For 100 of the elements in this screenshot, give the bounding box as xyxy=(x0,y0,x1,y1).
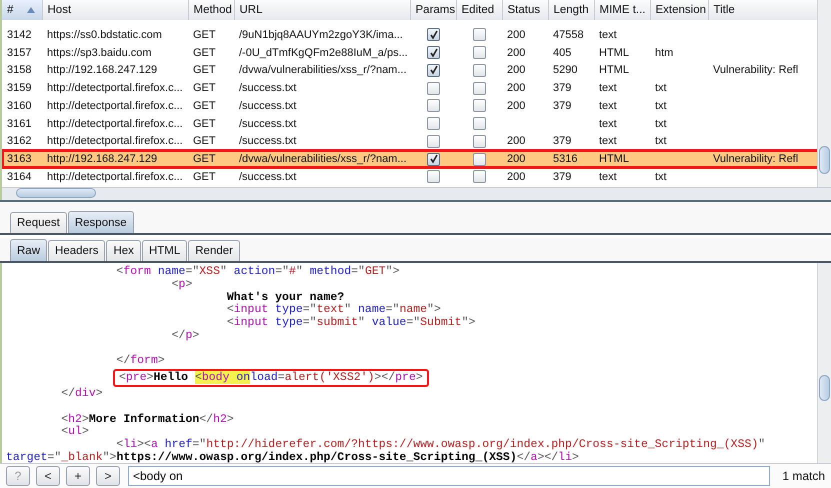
table-cell: http://detectportal.firefox.c... xyxy=(47,82,183,94)
table-cell: http://192.168.247.129 xyxy=(47,153,158,166)
table-row[interactable]: 3142 https://ss0.bdstatic.com GET /9uN1bjq8AAUYm2zgoY3K/ima... 200 47558 text xyxy=(2,23,817,44)
table-cell: htm xyxy=(655,46,674,59)
table-cell: 379 xyxy=(553,170,572,183)
table-cell: text xyxy=(599,82,617,94)
checkbox[interactable] xyxy=(427,117,440,130)
search-button[interactable]: < xyxy=(36,466,60,486)
checkbox[interactable] xyxy=(427,64,440,77)
table-row[interactable]: 3159 http://detectportal.firefox.c... GET /success.txt 200 379 text txt xyxy=(2,79,817,97)
code-line: <form name="XSS" action="#" method="GET"> xyxy=(115,266,400,279)
table-row[interactable]: 3164 http://detectportal.firefox.c... GET /success.txt 200 379 text txt xyxy=(2,168,817,186)
table-cell: text xyxy=(599,135,617,148)
table-cell: 379 xyxy=(553,100,572,112)
table-cell: GET xyxy=(193,46,216,59)
checkbox[interactable] xyxy=(473,64,486,77)
scrollbar[interactable] xyxy=(2,187,831,200)
table-cell: /-0U_dTmfKgQFm2e88IuM_a/ps... xyxy=(239,46,408,59)
checkbox[interactable] xyxy=(427,170,440,184)
checkbox[interactable] xyxy=(427,28,440,42)
table-cell: txt xyxy=(655,82,667,94)
code-line: <ul> xyxy=(60,426,89,440)
tab[interactable]: Hex xyxy=(106,240,141,262)
table-cell: 3162 xyxy=(7,135,32,148)
table-cell: /success.txt xyxy=(239,135,296,148)
table-cell: 200 xyxy=(507,170,526,183)
table-cell: text xyxy=(599,118,617,130)
checkbox[interactable] xyxy=(427,46,440,60)
code-line: target="_blank">https://www.owasp.org/index.php/Cross-site_Scripting_(XSS)</a></li> xyxy=(6,452,579,464)
checkbox[interactable] xyxy=(473,82,486,95)
search-button[interactable]: > xyxy=(96,466,120,486)
scrollbar-thumb[interactable] xyxy=(16,188,96,198)
table-cell: GET xyxy=(193,170,216,183)
table-cell: /success.txt xyxy=(239,82,296,94)
scrollbar-thumb[interactable] xyxy=(819,146,830,174)
tab[interactable]: Request xyxy=(10,212,67,234)
table-cell: 200 xyxy=(507,82,526,94)
table-cell: /9uN1bjq8AAUYm2zgoY3K/ima... xyxy=(239,28,403,41)
checkbox[interactable] xyxy=(473,117,486,130)
table-cell: GET xyxy=(193,153,216,166)
table-cell: 3164 xyxy=(7,170,32,183)
table-cell: GET xyxy=(193,100,216,112)
table-row[interactable]: 3158 http://192.168.247.129 GET /dvwa/vulnerabilities/xss_r/?nam... 200 5290 HTML Vulnerability: Refl xyxy=(2,62,817,80)
table-cell: 200 xyxy=(507,46,526,59)
code-line: </div> xyxy=(60,388,103,402)
search-button[interactable]: + xyxy=(66,466,90,486)
table-cell: txt xyxy=(655,100,667,112)
table-cell: 200 xyxy=(507,100,526,112)
checkbox[interactable] xyxy=(473,170,486,184)
match-count: 1 match xyxy=(781,469,825,484)
table-cell: txt xyxy=(655,118,667,130)
tab[interactable]: Headers xyxy=(48,240,106,262)
search-field[interactable]: <body on xyxy=(128,466,770,486)
checkbox[interactable] xyxy=(427,134,440,148)
code-line: </p> xyxy=(170,330,200,342)
table-cell: /success.txt xyxy=(239,170,296,183)
table-cell: 3158 xyxy=(7,64,32,76)
pane-splitter[interactable] xyxy=(0,200,831,210)
table-cell: /dvwa/vulnerabilities/xss_r/?nam... xyxy=(239,64,407,76)
tab[interactable]: HTML xyxy=(142,240,188,262)
scrollbar[interactable] xyxy=(817,0,831,188)
table-cell: 3160 xyxy=(7,100,32,112)
table-cell: 200 xyxy=(507,153,526,166)
table-row[interactable]: 3157 https://sp3.baidu.com GET /-0U_dTmfKgQFm2e88IuM_a/ps... 200 405 HTML htm xyxy=(2,44,817,62)
table-cell: HTML xyxy=(599,153,629,166)
table-row[interactable]: 3163 http://192.168.247.129 GET /dvwa/vulnerabilities/xss_r/?nam... 200 5316 HTML Vulnerability: Refl xyxy=(2,150,817,168)
checkbox[interactable] xyxy=(427,82,440,95)
checkbox[interactable] xyxy=(473,152,486,166)
table-cell: GET xyxy=(193,82,216,94)
checkbox[interactable] xyxy=(427,152,440,166)
table-cell: HTML xyxy=(599,64,629,76)
table-row[interactable]: 3162 http://detectportal.firefox.c... GET /success.txt 200 379 text txt xyxy=(2,132,817,150)
code-line: <input type="text" name="name"> xyxy=(226,304,441,316)
checkbox[interactable] xyxy=(473,46,486,60)
table-cell: 405 xyxy=(553,46,572,59)
scrollbar-thumb[interactable] xyxy=(819,375,830,402)
scrollbar[interactable] xyxy=(817,263,831,464)
checkbox[interactable] xyxy=(427,99,440,112)
table-row[interactable]: 3161 http://detectportal.firefox.c... GET /success.txt text txt xyxy=(2,114,817,132)
table-cell: GET xyxy=(193,28,216,41)
checkbox[interactable] xyxy=(473,28,486,42)
table-cell: http://192.168.247.129 xyxy=(47,64,158,76)
table-cell: 200 xyxy=(507,28,526,41)
checkbox[interactable] xyxy=(473,99,486,112)
tab[interactable]: Render xyxy=(188,240,240,262)
table-cell: Vulnerability: Refl xyxy=(713,64,798,76)
code-line: What's your name? xyxy=(226,292,344,304)
table-cell: txt xyxy=(655,170,667,183)
table-cell: 47558 xyxy=(553,28,584,41)
tab[interactable]: Raw xyxy=(10,239,48,262)
code-line: <input type="submit" value="Submit"> xyxy=(226,316,476,330)
table-cell: 200 xyxy=(507,135,526,148)
table-cell: Vulnerability: Refl xyxy=(713,153,798,166)
tab[interactable]: Response xyxy=(68,211,134,234)
table-cell: text xyxy=(599,100,617,112)
table-cell: http://detectportal.firefox.c... xyxy=(47,170,183,183)
table-row[interactable]: 3160 http://detectportal.firefox.c... GET /success.txt 200 379 text txt xyxy=(2,97,817,115)
checkbox[interactable] xyxy=(473,134,486,148)
table-cell: http://detectportal.firefox.c... xyxy=(47,100,183,112)
table-cell: 379 xyxy=(553,135,572,148)
